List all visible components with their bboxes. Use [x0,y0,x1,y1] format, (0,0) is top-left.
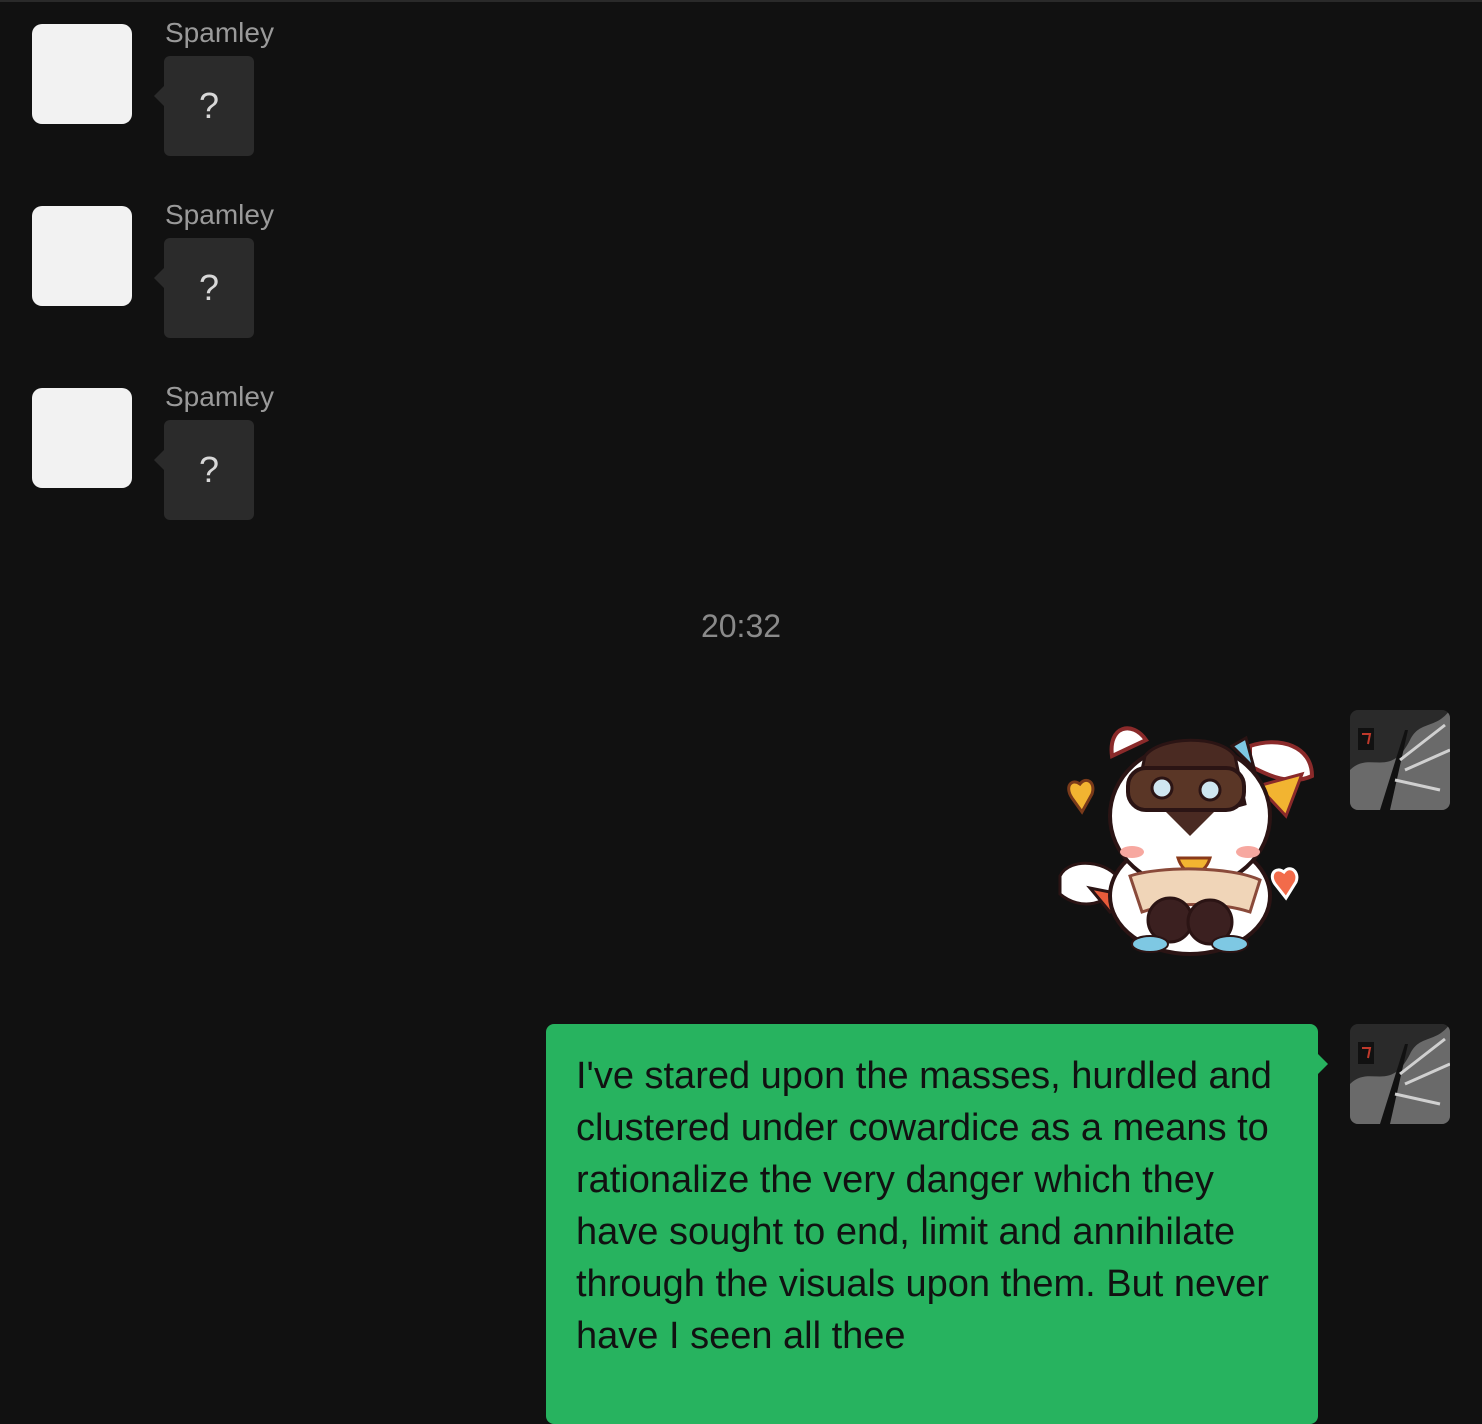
sender-name: Spamley [165,199,274,230]
avatar[interactable] [32,388,132,488]
message-incoming: Spamley ? [0,0,600,160]
avatar[interactable] [32,24,132,124]
outgoing-message-bubble[interactable]: I've stared upon the masses, hurdled and… [546,1024,1328,1424]
cat-sticker[interactable] [1050,716,1320,961]
avatar[interactable] [1350,1024,1450,1124]
sender-name: Spamley [165,381,274,412]
avatar[interactable] [32,206,132,306]
avatar[interactable] [1350,710,1450,810]
tree-photo-icon [1350,710,1450,810]
message-incoming: Spamley ? [0,182,600,342]
message-bubble[interactable]: ? [154,56,254,156]
message-bubble[interactable]: ? [154,238,254,338]
tree-photo-icon [1350,1024,1450,1124]
message-incoming: Spamley ? [0,364,600,524]
message-bubble[interactable]: ? [154,420,254,520]
sender-name: Spamley [165,17,274,48]
message-timestamp: 20:32 [700,608,782,644]
